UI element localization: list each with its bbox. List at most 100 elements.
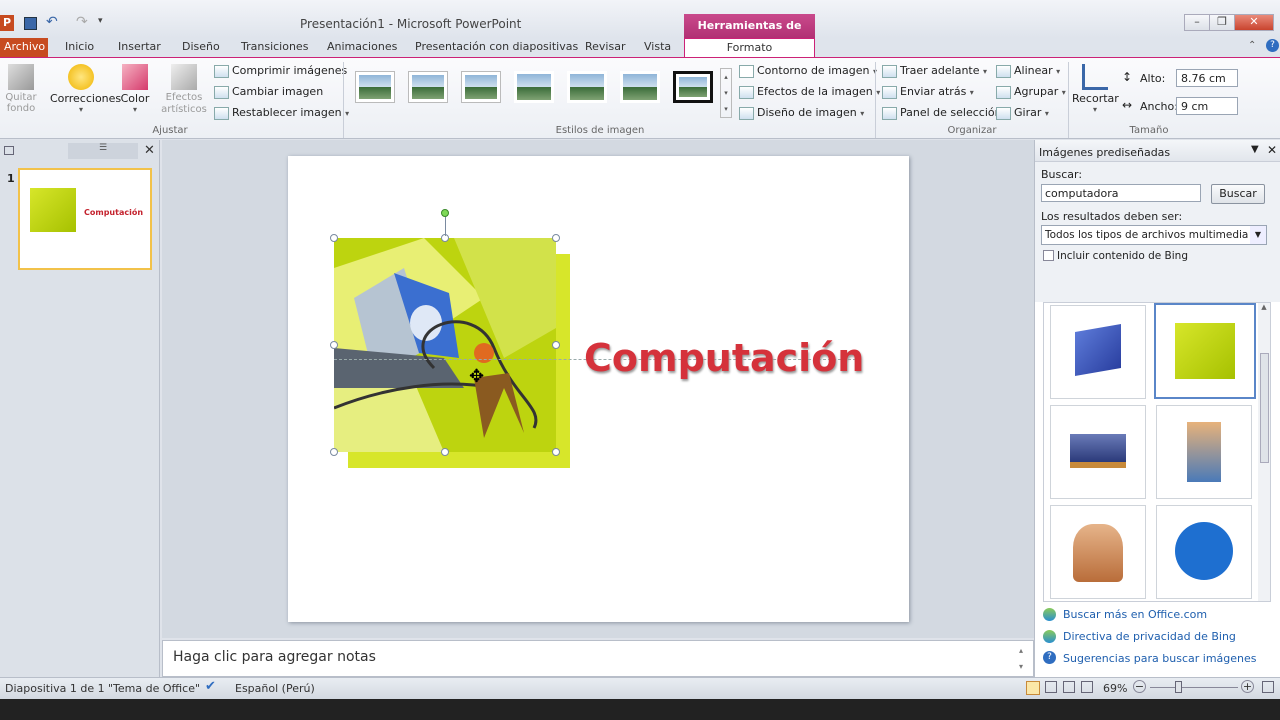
minimize-icon[interactable]: – bbox=[1184, 14, 1210, 31]
recortar-label: Recortar bbox=[1072, 92, 1119, 105]
picture-style-2[interactable] bbox=[408, 71, 448, 103]
bing-checkbox[interactable] bbox=[1043, 250, 1054, 261]
maximize-icon[interactable]: ❐ bbox=[1209, 14, 1235, 31]
minimize-ribbon-icon[interactable]: ⌃ bbox=[1248, 40, 1256, 51]
reading-view-icon[interactable] bbox=[1063, 681, 1075, 693]
color-button[interactable]: Color ▾ bbox=[117, 62, 153, 124]
buscar-mas-link[interactable]: Buscar más en Office.com bbox=[1063, 608, 1207, 621]
tab-presentacion[interactable]: Presentación con diapositivas bbox=[411, 38, 582, 58]
comprimir-imagenes-button[interactable]: Comprimir imágenes bbox=[214, 64, 347, 78]
tab-vista[interactable]: Vista bbox=[640, 38, 675, 58]
alto-input[interactable]: 8.76 cm bbox=[1176, 69, 1238, 87]
enviar-atras-button[interactable]: Enviar atrás ▾ bbox=[882, 85, 974, 99]
contorno-label: Contorno de imagen bbox=[757, 64, 870, 77]
notes-pane[interactable]: Haga clic para agregar notas ▴ ▾ bbox=[162, 640, 1034, 677]
slideshow-icon[interactable] bbox=[1081, 681, 1093, 693]
powerpoint-logo-icon[interactable]: P bbox=[0, 15, 14, 31]
resize-handle-sw[interactable] bbox=[330, 448, 338, 456]
zoom-slider[interactable] bbox=[1150, 687, 1238, 688]
recortar-button[interactable]: Recortar ▾ bbox=[1072, 62, 1119, 124]
picture-style-3[interactable] bbox=[461, 71, 501, 103]
picture-style-5[interactable] bbox=[567, 71, 607, 103]
correcciones-button[interactable]: Correcciones ▾ bbox=[50, 62, 121, 124]
clip-result-blue-computer[interactable] bbox=[1156, 505, 1252, 599]
panel-de-seleccion-button[interactable]: Panel de selección bbox=[882, 106, 1002, 120]
resize-handle-s[interactable] bbox=[441, 448, 449, 456]
cambiar-imagen-button[interactable]: Cambiar imagen bbox=[214, 85, 323, 99]
ancho-input[interactable]: 9 cm bbox=[1176, 97, 1238, 115]
tab-insertar[interactable]: Insertar bbox=[114, 38, 165, 58]
tab-animaciones[interactable]: Animaciones bbox=[323, 38, 401, 58]
spellcheck-icon[interactable]: ✔ bbox=[205, 679, 216, 694]
zoom-in-icon[interactable]: + bbox=[1241, 680, 1254, 693]
quitar-fondo-button[interactable]: Quitar fondo bbox=[2, 62, 40, 124]
outline-tab-icon[interactable]: ☰ bbox=[68, 143, 138, 159]
computer-clipart-icon bbox=[1175, 323, 1235, 379]
traer-adelante-button[interactable]: Traer adelante ▾ bbox=[882, 64, 987, 78]
clipart-picture[interactable] bbox=[330, 209, 570, 468]
efectos-artisticos-button[interactable]: Efectos artísticos bbox=[160, 62, 208, 124]
theme-name[interactable]: "Tema de Office" bbox=[108, 682, 200, 695]
help-icon[interactable]: ? bbox=[1266, 39, 1279, 52]
slide-title-text[interactable]: Computación bbox=[584, 336, 864, 380]
clip-result-computer-blue[interactable] bbox=[1050, 305, 1146, 399]
restablecer-imagen-button[interactable]: Restablecer imagen ▾ bbox=[214, 106, 349, 120]
slide-thumbnail[interactable]: Computación bbox=[18, 168, 152, 270]
normal-view-icon[interactable] bbox=[1026, 681, 1040, 695]
results-type-select[interactable]: Todos los tipos de archivos multimedia ▼ bbox=[1041, 225, 1267, 245]
clip-result-circuit[interactable] bbox=[1156, 405, 1252, 499]
tab-diseno[interactable]: Diseño bbox=[178, 38, 224, 58]
tab-formato[interactable]: Formato bbox=[684, 38, 815, 59]
customize-qat-icon[interactable]: ▾ bbox=[98, 16, 103, 26]
width-icon: ↔ bbox=[1122, 98, 1133, 112]
picture-style-1[interactable] bbox=[355, 71, 395, 103]
language[interactable]: Español (Perú) bbox=[235, 682, 315, 695]
notes-scrollbar[interactable]: ▴ ▾ bbox=[1019, 643, 1023, 675]
picture-style-6[interactable] bbox=[620, 71, 660, 103]
fit-slide-icon[interactable] bbox=[1262, 681, 1274, 693]
slide-sorter-icon[interactable] bbox=[1045, 681, 1057, 693]
resize-handle-se[interactable] bbox=[552, 448, 560, 456]
undo-icon[interactable]: ↶ bbox=[46, 14, 58, 30]
resize-handle-w[interactable] bbox=[330, 341, 338, 349]
close-pane-icon[interactable]: ✕ bbox=[1267, 143, 1277, 157]
restablecer-label: Restablecer imagen bbox=[232, 106, 342, 119]
alinear-button[interactable]: Alinear ▾ bbox=[996, 64, 1060, 78]
picture-style-4[interactable] bbox=[514, 71, 554, 103]
gallery-scroll[interactable]: ▴ ▾ ▾ bbox=[720, 68, 732, 118]
tab-archivo[interactable]: Archivo bbox=[0, 38, 48, 58]
scroll-thumb[interactable] bbox=[1259, 353, 1269, 463]
privacy-link[interactable]: Directiva de privacidad de Bing bbox=[1063, 630, 1236, 643]
resize-handle-ne[interactable] bbox=[552, 234, 560, 242]
clip-result-person[interactable] bbox=[1050, 505, 1146, 599]
search-input[interactable]: computadora bbox=[1041, 184, 1201, 202]
zoom-level[interactable]: 69% bbox=[1103, 682, 1127, 695]
pane-options-icon[interactable]: ▼ bbox=[1251, 144, 1259, 155]
contorno-de-imagen-button[interactable]: Contorno de imagen ▾ bbox=[739, 64, 877, 78]
close-pane-icon[interactable]: ✕ bbox=[144, 143, 155, 158]
tab-revisar[interactable]: Revisar bbox=[581, 38, 629, 58]
clip-result-computer-green[interactable] bbox=[1154, 303, 1256, 399]
efectos-de-la-imagen-button[interactable]: Efectos de la imagen ▾ bbox=[739, 85, 880, 99]
redo-icon[interactable]: ↷ bbox=[76, 14, 88, 30]
zoom-out-icon[interactable]: − bbox=[1133, 680, 1146, 693]
resize-handle-nw[interactable] bbox=[330, 234, 338, 242]
tab-transiciones[interactable]: Transiciones bbox=[237, 38, 312, 58]
tab-inicio[interactable]: Inicio bbox=[61, 38, 98, 58]
results-scrollbar[interactable]: ▲ bbox=[1258, 303, 1270, 601]
rotation-handle[interactable] bbox=[441, 209, 449, 217]
diseno-de-imagen-button[interactable]: Diseño de imagen ▾ bbox=[739, 106, 864, 120]
clip-result-desktop[interactable] bbox=[1050, 405, 1146, 499]
close-icon[interactable]: ✕ bbox=[1234, 14, 1274, 31]
resize-handle-e[interactable] bbox=[552, 341, 560, 349]
agrupar-button[interactable]: Agrupar ▾ bbox=[996, 85, 1066, 99]
save-icon[interactable] bbox=[24, 17, 37, 30]
slide-canvas[interactable]: Computación ✥ bbox=[288, 156, 909, 622]
search-tips-link[interactable]: Sugerencias para buscar imágenes bbox=[1063, 652, 1257, 665]
picture-style-7[interactable] bbox=[673, 71, 713, 103]
diseno-label: Diseño de imagen bbox=[757, 106, 857, 119]
girar-button[interactable]: Girar ▾ bbox=[996, 106, 1049, 120]
slides-tab-icon[interactable] bbox=[4, 146, 14, 155]
zoom-slider-thumb[interactable] bbox=[1175, 681, 1182, 693]
search-button[interactable]: Buscar bbox=[1211, 184, 1265, 204]
